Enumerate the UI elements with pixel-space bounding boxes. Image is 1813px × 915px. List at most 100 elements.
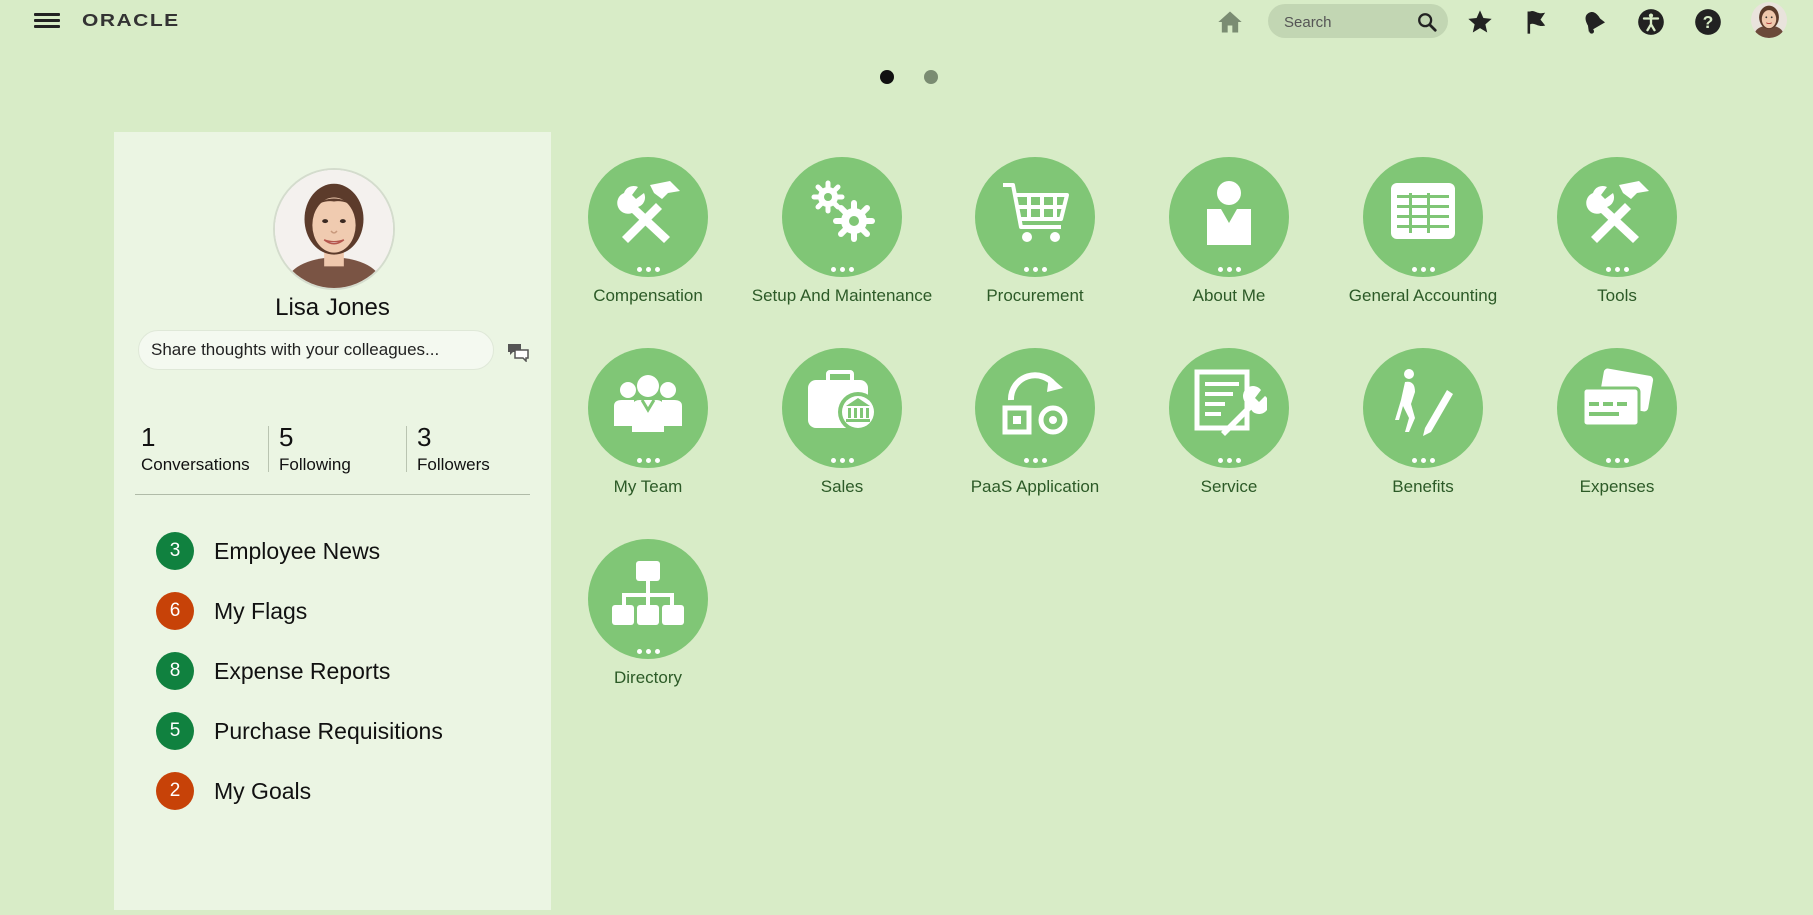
home-icon[interactable]	[1216, 8, 1244, 36]
app-general-accounting[interactable]: General Accounting	[1326, 157, 1520, 304]
app-label: Benefits	[1392, 477, 1454, 496]
app-circle	[588, 539, 708, 659]
profile-panel: Lisa Jones 1 Conversations 5 Following 3…	[114, 132, 551, 910]
app-circle	[975, 157, 1095, 277]
app-circle	[588, 348, 708, 468]
app-circle	[1363, 157, 1483, 277]
user-avatar[interactable]	[1751, 2, 1787, 38]
quick-link-label: Employee News	[214, 538, 381, 564]
app-label: PaaS Application	[970, 477, 1100, 496]
help-icon[interactable]: ?	[1694, 8, 1722, 36]
app-benefits[interactable]: Benefits	[1326, 348, 1520, 495]
oracle-logo[interactable]: ORACLE	[82, 11, 180, 31]
stat-label: Followers	[417, 455, 490, 474]
app-tools[interactable]: Tools	[1520, 157, 1714, 304]
more-dots-icon	[1215, 259, 1243, 272]
more-dots-icon	[1021, 259, 1049, 272]
more-dots-icon	[634, 641, 662, 654]
star-icon[interactable]	[1466, 8, 1494, 36]
stat-divider	[406, 426, 407, 472]
app-circle	[782, 157, 902, 277]
form-wrench-icon	[1194, 369, 1267, 436]
app-compensation[interactable]: Compensation	[551, 157, 745, 304]
search-box[interactable]	[1268, 4, 1448, 38]
app-setup-and-maintenance[interactable]: Setup And Maintenance	[745, 157, 939, 304]
gears-icon	[811, 180, 875, 242]
app-label: Tools	[1597, 286, 1637, 305]
tools-icon	[1586, 181, 1649, 243]
quick-link-label: My Flags	[214, 598, 308, 624]
app-circle	[1363, 348, 1483, 468]
more-dots-icon	[1021, 450, 1049, 463]
refresh-shapes-icon	[1002, 372, 1068, 435]
quick-link-label: Expense Reports	[214, 658, 391, 684]
quick-link-employee-news[interactable]: 3 Employee News	[156, 532, 516, 570]
search-input[interactable]	[1282, 11, 1406, 33]
app-label: Directory	[613, 668, 682, 687]
more-dots-icon	[1409, 450, 1437, 463]
stat-conversations[interactable]: 1 Conversations	[141, 422, 250, 475]
quick-link-my-flags[interactable]: 6 My Flags	[156, 592, 516, 630]
svg-text:?: ?	[1703, 12, 1714, 32]
count-badge: 5	[156, 712, 194, 750]
app-expenses[interactable]: Expenses	[1520, 348, 1714, 495]
more-dots-icon	[634, 450, 662, 463]
profile-photo[interactable]	[273, 168, 395, 290]
search-icon[interactable]	[1416, 11, 1438, 33]
quick-link-purchase-requisitions[interactable]: 5 Purchase Requisitions	[156, 712, 516, 750]
quick-link-my-goals[interactable]: 2 My Goals	[156, 772, 516, 810]
app-circle	[975, 348, 1095, 468]
more-dots-icon	[828, 259, 856, 272]
quick-link-expense-reports[interactable]: 8 Expense Reports	[156, 652, 516, 690]
count-badge: 2	[156, 772, 194, 810]
stat-value: 1	[141, 422, 156, 452]
user-name: Lisa Jones	[275, 294, 390, 321]
post-comment-icon[interactable]	[506, 342, 530, 363]
stat-following[interactable]: 5 Following	[279, 422, 351, 475]
cart-icon	[1003, 183, 1069, 242]
app-label: Compensation	[593, 286, 703, 305]
figure-pencil-icon	[1395, 369, 1453, 436]
more-dots-icon	[1215, 450, 1243, 463]
panel-divider	[135, 494, 530, 495]
app-label: Procurement	[986, 286, 1084, 305]
app-circle	[588, 157, 708, 277]
accessibility-icon[interactable]	[1637, 8, 1665, 36]
app-circle	[1169, 157, 1289, 277]
carousel-dot-2[interactable]	[924, 70, 938, 84]
app-procurement[interactable]: Procurement	[938, 157, 1132, 304]
app-paas-application[interactable]: PaaS Application	[938, 348, 1132, 495]
count-badge: 3	[156, 532, 194, 570]
org-chart-icon	[612, 561, 684, 625]
count-badge: 6	[156, 592, 194, 630]
carousel-dot-1[interactable]	[880, 70, 894, 84]
stat-label: Conversations	[141, 455, 250, 474]
stat-label: Following	[279, 455, 351, 474]
app-label: Sales	[820, 477, 864, 496]
ledger-icon	[1391, 183, 1455, 239]
app-label: My Team	[613, 477, 683, 496]
stat-value: 5	[279, 422, 294, 452]
quick-link-label: Purchase Requisitions	[214, 718, 443, 744]
bell-icon[interactable]	[1580, 8, 1608, 36]
flag-icon[interactable]	[1523, 8, 1551, 36]
person-icon	[1207, 181, 1251, 245]
app-my-team[interactable]: My Team	[551, 348, 745, 495]
share-thoughts-input[interactable]	[138, 330, 494, 370]
app-sales[interactable]: Sales	[745, 348, 939, 495]
app-service[interactable]: Service	[1132, 348, 1326, 495]
more-dots-icon	[1603, 450, 1631, 463]
count-badge: 8	[156, 652, 194, 690]
more-dots-icon	[828, 450, 856, 463]
app-about-me[interactable]: About Me	[1132, 157, 1326, 304]
more-dots-icon	[1603, 259, 1631, 272]
stat-followers[interactable]: 3 Followers	[417, 422, 490, 475]
app-circle	[1557, 348, 1677, 468]
quick-link-label: My Goals	[214, 778, 312, 804]
cards-icon	[1581, 368, 1654, 428]
menu-icon[interactable]	[34, 10, 60, 32]
briefcase-bank-icon	[808, 370, 878, 432]
app-circle	[782, 348, 902, 468]
more-dots-icon	[634, 259, 662, 272]
app-directory[interactable]: Directory	[551, 539, 745, 686]
